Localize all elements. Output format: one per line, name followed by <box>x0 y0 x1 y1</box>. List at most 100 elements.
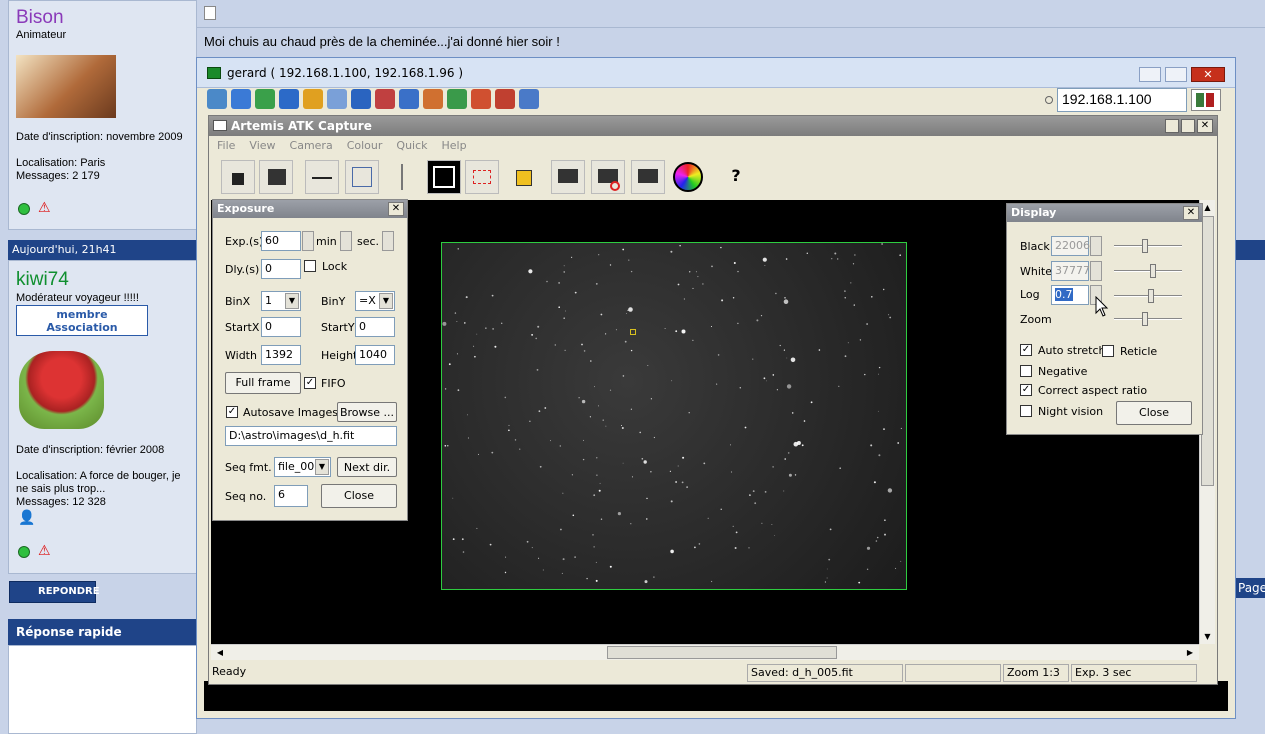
telescope-icon[interactable] <box>305 160 339 194</box>
negative-checkbox[interactable] <box>1020 365 1032 377</box>
exp-input[interactable]: 60 <box>261 231 301 251</box>
chevron-down-icon[interactable]: ▼ <box>379 293 393 309</box>
close-button[interactable]: Close <box>321 484 397 508</box>
autostretch-checkbox[interactable]: ✓ <box>1020 344 1032 356</box>
black-slider[interactable] <box>1114 239 1182 253</box>
close-icon[interactable]: ✕ <box>388 202 404 216</box>
chevron-down-icon[interactable]: ▼ <box>285 293 299 309</box>
camera-sequence-icon[interactable] <box>631 160 665 194</box>
log-input[interactable]: 0.7 <box>1051 285 1089 305</box>
window-icon[interactable] <box>231 89 251 109</box>
menu-file[interactable]: File <box>217 139 235 152</box>
browse-button[interactable]: Browse ... <box>337 402 397 422</box>
height-input[interactable]: 1040 <box>355 345 395 365</box>
black-input[interactable]: 22006 <box>1051 236 1090 256</box>
binx-select[interactable]: 1 ▼ <box>261 291 301 311</box>
sec-spinner[interactable] <box>382 231 394 251</box>
info-icon[interactable] <box>351 89 371 109</box>
fullframe-button[interactable]: Full frame <box>225 372 301 394</box>
log-slider-thumb[interactable] <box>1148 289 1154 303</box>
display-close-button[interactable]: Close <box>1116 401 1192 425</box>
frame-icon[interactable] <box>427 160 461 194</box>
tools2-icon[interactable] <box>423 89 443 109</box>
autosave-checkbox[interactable]: ✓ <box>226 406 238 418</box>
night-checkbox[interactable] <box>1020 405 1032 417</box>
connect-icon[interactable] <box>207 89 227 109</box>
menu-camera[interactable]: Camera <box>290 139 333 152</box>
black-spinner[interactable] <box>1090 236 1102 256</box>
quick-reply-box[interactable] <box>8 645 197 734</box>
nextdir-button[interactable]: Next dir. <box>337 457 397 477</box>
user1-name[interactable]: Bison <box>16 7 64 29</box>
tools-icon[interactable] <box>399 89 419 109</box>
lock-checkbox[interactable] <box>304 260 316 272</box>
reply-button[interactable]: REPONDRE <box>9 581 100 603</box>
eye2-icon[interactable] <box>519 89 539 109</box>
dly-input[interactable]: 0 <box>261 259 301 279</box>
close-icon[interactable]: ✕ <box>1183 206 1199 220</box>
subframe-icon[interactable] <box>465 160 499 194</box>
horizontal-scrollbar[interactable]: ◀ ▶ <box>211 644 1199 660</box>
film-icon[interactable] <box>259 160 293 194</box>
transfer-icon[interactable] <box>447 89 467 109</box>
user2-name[interactable]: kiwi74 <box>16 269 69 291</box>
text-icon[interactable] <box>327 89 347 109</box>
maximize-button[interactable] <box>1181 119 1195 133</box>
biny-select[interactable]: =X ▼ <box>355 291 395 311</box>
zoom-slider[interactable] <box>1114 312 1182 326</box>
menu-view[interactable]: View <box>249 139 275 152</box>
white-spinner[interactable] <box>1090 261 1102 281</box>
maximize-button[interactable] <box>1165 67 1187 82</box>
lock-icon[interactable] <box>507 160 541 194</box>
windows-icon[interactable] <box>303 89 323 109</box>
close-icon[interactable]: ✕ <box>1191 67 1225 82</box>
starty-input[interactable]: 0 <box>355 317 395 337</box>
scroll-down-icon[interactable]: ▼ <box>1200 629 1215 644</box>
white-slider-thumb[interactable] <box>1150 264 1156 278</box>
menu-help[interactable]: Help <box>442 139 467 152</box>
address-input[interactable]: 192.168.1.100 <box>1057 88 1187 112</box>
exp-spinner[interactable] <box>302 231 314 251</box>
zoom-slider-thumb[interactable] <box>1142 312 1148 326</box>
scroll-left-icon[interactable]: ◀ <box>213 645 227 660</box>
seqno-input[interactable]: 6 <box>274 485 308 507</box>
colour-icon[interactable] <box>671 160 705 194</box>
seqfmt-select[interactable]: file_001 ▼ <box>274 457 331 477</box>
target-icon[interactable] <box>471 89 491 109</box>
camera-icon[interactable] <box>551 160 585 194</box>
dialog-icon[interactable] <box>345 160 379 194</box>
menu-quick[interactable]: Quick <box>396 139 427 152</box>
width-input[interactable]: 1392 <box>261 345 301 365</box>
block-icon[interactable] <box>375 89 395 109</box>
close-icon[interactable]: ✕ <box>1197 119 1213 133</box>
thermometer-icon[interactable] <box>401 164 403 190</box>
globe-icon[interactable] <box>255 89 275 109</box>
report-icon[interactable]: ⚠ <box>38 543 51 559</box>
scroll-thumb-h[interactable] <box>607 646 837 659</box>
aspect-checkbox[interactable]: ✓ <box>1020 384 1032 396</box>
min-spinner[interactable] <box>340 231 352 251</box>
scroll-right-icon[interactable]: ▶ <box>1183 645 1197 660</box>
refresh-icon[interactable] <box>279 89 299 109</box>
black-slider-thumb[interactable] <box>1142 239 1148 253</box>
white-input[interactable]: 37777 <box>1051 261 1090 281</box>
crosshair-icon[interactable] <box>495 89 515 109</box>
menu-colour[interactable]: Colour <box>347 139 383 152</box>
fifo-checkbox[interactable]: ✓ <box>304 377 316 389</box>
path-input[interactable]: D:\astro\images\d_h.fit <box>225 426 397 446</box>
minimize-button[interactable] <box>1165 119 1179 133</box>
radio-icon[interactable] <box>1045 96 1053 104</box>
signal-icon[interactable] <box>1191 89 1221 111</box>
log-slider[interactable] <box>1114 289 1182 303</box>
white-slider[interactable] <box>1114 264 1182 278</box>
startx-input[interactable]: 0 <box>261 317 301 337</box>
star-image[interactable] <box>441 242 907 590</box>
camera-loop-icon[interactable] <box>591 160 625 194</box>
chevron-down-icon[interactable]: ▼ <box>315 459 329 475</box>
save-icon[interactable] <box>221 160 255 194</box>
reticle-checkbox[interactable] <box>1102 345 1114 357</box>
report-icon[interactable]: ⚠ <box>38 200 51 216</box>
help-icon[interactable]: ? <box>719 160 753 194</box>
page-link[interactable]: Page <box>1236 578 1265 598</box>
minimize-button[interactable] <box>1139 67 1161 82</box>
